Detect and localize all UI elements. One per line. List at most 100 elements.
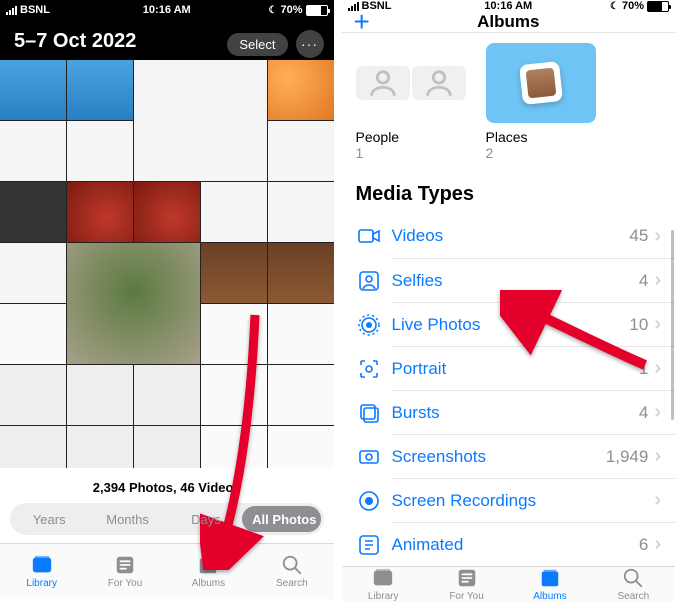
nav-title: Albums (477, 12, 539, 32)
photo-thumb[interactable] (134, 426, 200, 468)
search-icon (280, 554, 304, 576)
portrait-icon (356, 356, 382, 382)
photo-thumb[interactable] (0, 243, 66, 303)
date-range-title: 5–7 Oct 2022 (14, 30, 136, 53)
tab-for-you[interactable]: For You (425, 567, 508, 602)
selfie-icon (356, 268, 382, 294)
photo-thumb[interactable] (67, 365, 133, 425)
library-icon (30, 554, 54, 576)
photo-thumb[interactable] (268, 182, 334, 242)
photo-thumb[interactable] (0, 365, 66, 425)
row-selfies[interactable]: Selfies 4 › (392, 258, 675, 302)
for-you-icon (113, 554, 137, 576)
seg-months[interactable]: Months (88, 512, 166, 527)
photo-thumb[interactable] (201, 426, 267, 468)
nav-bar: + Albums (342, 12, 675, 33)
row-videos[interactable]: Videos 45 › (342, 214, 675, 258)
screenshot-icon (356, 444, 382, 470)
albums-icon (196, 554, 220, 576)
photo-thumb[interactable] (268, 243, 334, 303)
photo-thumb[interactable] (201, 243, 267, 303)
photo-thumb[interactable] (268, 121, 334, 181)
photo-thumb[interactable] (201, 304, 267, 364)
row-live-photos[interactable]: Live Photos 10 › (392, 302, 675, 346)
photo-thumb[interactable] (0, 121, 66, 181)
person-placeholder-icon (366, 66, 400, 100)
tab-library[interactable]: Library (0, 544, 83, 599)
albums-horizontal-scroll[interactable]: People 1 Places 2 (342, 33, 675, 167)
row-animated[interactable]: Animated 6 › (392, 522, 675, 566)
album-places[interactable]: Places 2 (486, 43, 596, 161)
status-bar: BSNL 10:16 AM ☾70% (342, 0, 675, 12)
dnd-moon-icon: ☾ (610, 1, 619, 12)
photo-thumb[interactable] (67, 121, 133, 181)
photo-thumb[interactable] (134, 182, 200, 242)
for-you-icon (455, 567, 479, 589)
battery-percent: 70% (622, 0, 644, 12)
photo-thumb[interactable] (0, 426, 66, 468)
seg-all-photos[interactable]: All Photos (245, 512, 323, 527)
photo-thumb[interactable] (67, 426, 133, 468)
chevron-right-icon: › (654, 489, 661, 512)
library-summary: 2,394 Photos, 46 Videos (0, 468, 334, 503)
animated-icon (356, 532, 382, 558)
tab-for-you[interactable]: For You (83, 544, 166, 599)
photo-thumb[interactable] (0, 304, 66, 364)
photo-grid[interactable]: 0:02 0:02 (0, 60, 334, 468)
chevron-right-icon: › (654, 269, 661, 292)
photo-thumb[interactable] (268, 365, 334, 425)
search-icon (621, 567, 645, 589)
more-button[interactable]: ··· (296, 30, 324, 58)
row-screen-recordings[interactable]: Screen Recordings › (392, 478, 675, 522)
map-pin-icon (519, 61, 563, 105)
photo-thumb[interactable] (268, 426, 334, 468)
dnd-moon-icon: ☾ (269, 5, 278, 16)
tab-bar: Library For You Albums Search (0, 543, 334, 599)
tab-albums[interactable]: Albums (167, 544, 250, 599)
photo-thumb[interactable] (67, 60, 133, 120)
photos-library-screen: BSNL 10:16 AM ☾70% 5–7 Oct 2022 Select ·… (0, 0, 334, 599)
carrier-label: BSNL (20, 4, 50, 16)
tab-search[interactable]: Search (250, 544, 333, 599)
photo-thumb[interactable] (268, 60, 334, 120)
photo-thumb[interactable] (0, 60, 66, 120)
section-media-types: Media Types (342, 167, 675, 214)
chevron-right-icon: › (654, 313, 661, 336)
chevron-right-icon: › (654, 445, 661, 468)
row-portrait[interactable]: Portrait 1 › (392, 346, 675, 390)
photo-thumb[interactable] (268, 304, 334, 364)
bursts-icon (356, 400, 382, 426)
battery-icon (647, 1, 669, 12)
seg-days[interactable]: Days (167, 512, 245, 527)
seg-years[interactable]: Years (10, 512, 88, 527)
album-people[interactable]: People 1 (356, 43, 466, 161)
photo-thumb[interactable] (67, 243, 200, 364)
row-bursts[interactable]: Bursts 4 › (392, 390, 675, 434)
photo-thumb[interactable] (67, 182, 133, 242)
chevron-right-icon: › (654, 533, 661, 556)
select-button[interactable]: Select (227, 33, 287, 56)
photo-thumb[interactable] (134, 365, 200, 425)
scroll-indicator[interactable] (671, 230, 674, 420)
view-segment[interactable]: Years Months Days All Photos (0, 503, 334, 543)
tab-search[interactable]: Search (592, 567, 675, 602)
status-bar: BSNL 10:16 AM ☾70% (0, 0, 334, 20)
photos-albums-screen: BSNL 10:16 AM ☾70% + Albums People 1 Pla… (334, 0, 675, 599)
battery-icon (306, 5, 328, 16)
tab-library[interactable]: Library (342, 567, 425, 602)
photo-thumb[interactable] (201, 365, 267, 425)
photo-thumb[interactable] (201, 182, 267, 242)
screen-recording-icon (356, 488, 382, 514)
battery-percent: 70% (280, 4, 302, 16)
live-photos-icon (356, 312, 382, 338)
clock: 10:16 AM (143, 4, 191, 16)
tab-albums[interactable]: Albums (508, 567, 591, 602)
video-icon (356, 223, 382, 249)
photo-thumb[interactable] (134, 60, 267, 181)
photo-thumb[interactable] (0, 182, 66, 242)
media-types-list: Videos 45 › Selfies 4 › Live Photos 10 ›… (342, 214, 675, 566)
chevron-right-icon: › (654, 225, 661, 248)
chevron-right-icon: › (654, 357, 661, 380)
add-album-button[interactable]: + (354, 8, 370, 36)
row-screenshots[interactable]: Screenshots 1,949 › (392, 434, 675, 478)
